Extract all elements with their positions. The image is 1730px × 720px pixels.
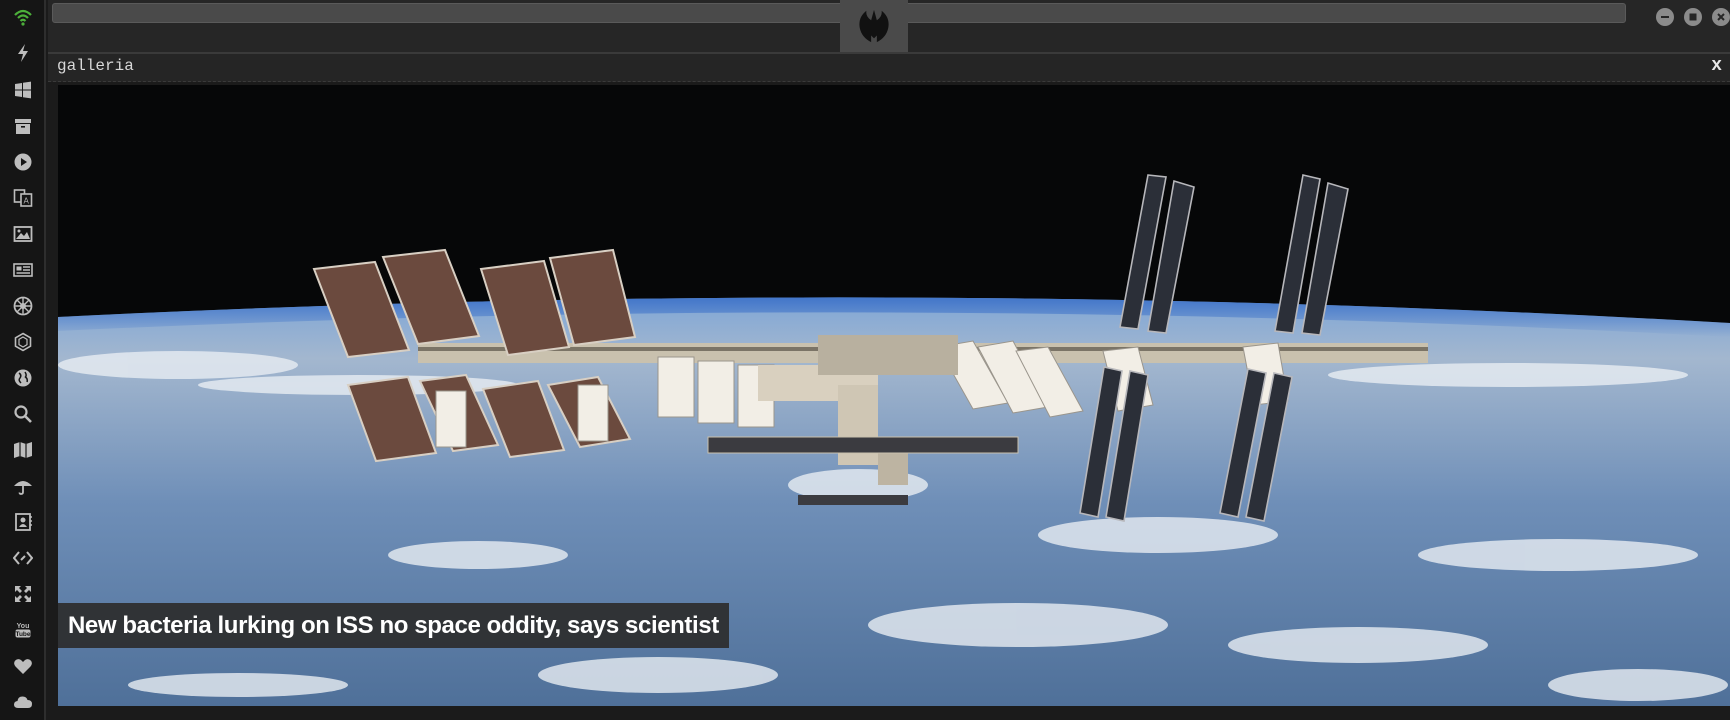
close-icon [1717,13,1725,21]
lightning-icon[interactable] [12,42,34,64]
expand-icon[interactable] [12,583,34,605]
wifi-icon[interactable] [12,6,34,28]
status-strip [48,706,1730,720]
panel-close-button[interactable]: x [1711,56,1722,76]
code-icon[interactable] [12,547,34,569]
svg-text:You: You [17,623,30,630]
svg-text:A: A [24,197,30,206]
globe-icon[interactable] [12,367,34,389]
image-caption: New bacteria lurking on ISS no space odd… [58,603,729,648]
newspaper-icon[interactable] [12,259,34,281]
minimize-button[interactable] [1656,8,1674,26]
svg-text:Tube: Tube [15,631,30,638]
sidebar: A You Tube [0,0,46,720]
heart-icon[interactable] [12,655,34,677]
contacts-icon[interactable] [12,511,34,533]
maximize-button[interactable] [1684,8,1702,26]
umbrella-icon[interactable] [12,475,34,497]
archive-icon[interactable] [12,115,34,137]
galactic-empire-icon[interactable] [12,295,34,317]
close-button[interactable] [1712,8,1730,26]
rebel-alliance-icon [859,9,889,43]
windows-icon[interactable] [12,79,34,101]
cloud-icon[interactable] [12,691,34,713]
title-bar [48,0,1730,52]
map-icon[interactable] [12,439,34,461]
minimize-icon [1661,16,1669,18]
maximize-icon [1689,13,1697,21]
translate-icon[interactable]: A [12,187,34,209]
home-tab[interactable] [840,0,908,52]
panel-header: galleria x [48,54,1730,82]
youtube-icon[interactable]: You Tube [12,619,34,641]
search-icon[interactable] [12,403,34,425]
image-icon[interactable] [12,223,34,245]
hexagon-icon[interactable] [12,331,34,353]
play-icon[interactable] [12,151,34,173]
panel-title: galleria [57,57,134,75]
address-bar[interactable] [52,3,1626,23]
